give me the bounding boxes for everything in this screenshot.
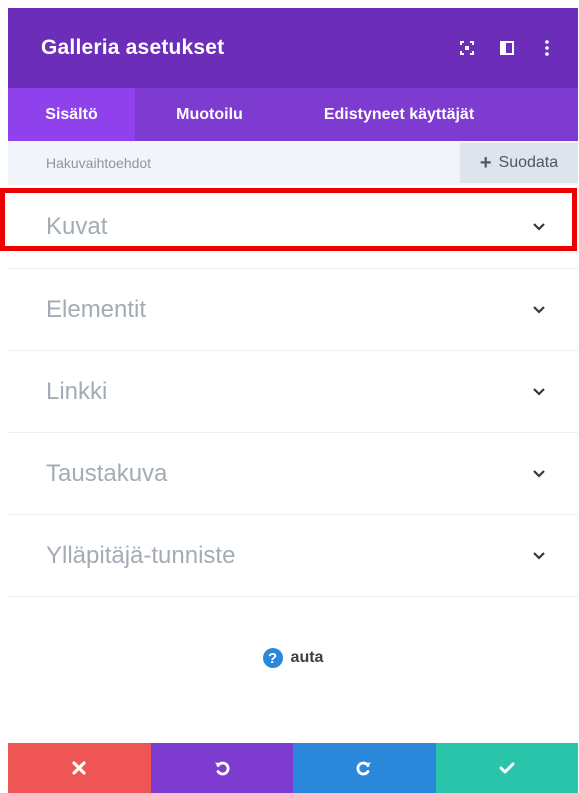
section-background[interactable]: Taustakuva <box>8 433 578 515</box>
tab-content[interactable]: Sisältö <box>8 88 135 141</box>
close-icon <box>72 761 86 775</box>
chevron-down-icon <box>533 306 545 314</box>
question-icon: ? <box>262 648 283 668</box>
section-label: Elementit <box>46 295 147 323</box>
section-label: Ylläpitäjä-tunniste <box>46 541 236 569</box>
section-label: Linkki <box>46 377 108 405</box>
section-images[interactable]: Kuvat <box>8 185 578 269</box>
section-label: Taustakuva <box>46 459 168 487</box>
plus-icon: + <box>479 152 492 174</box>
section-label: Kuvat <box>46 212 108 240</box>
search-options-input[interactable]: Hakuvaihtoehdot <box>8 155 151 171</box>
undo-icon <box>214 761 230 776</box>
filter-button[interactable]: + Suodata <box>460 143 578 183</box>
help-link[interactable]: ? auta <box>8 648 578 668</box>
tab-bar: Sisältö Muotoilu Edistyneet käyttäjät <box>8 88 578 141</box>
header-actions <box>444 31 564 65</box>
redo-icon <box>356 761 372 776</box>
chevron-down-icon <box>533 470 545 478</box>
section-elements[interactable]: Elementit <box>8 269 578 351</box>
more-vertical-icon[interactable] <box>530 31 564 65</box>
tab-design[interactable]: Muotoilu <box>135 88 284 141</box>
section-admin-label[interactable]: Ylläpitäjä-tunniste <box>8 515 578 597</box>
redo-button[interactable] <box>293 743 436 793</box>
expand-icon[interactable] <box>450 31 484 65</box>
check-icon <box>499 762 515 774</box>
chevron-down-icon <box>533 552 545 560</box>
tab-advanced[interactable]: Edistyneet käyttäjät <box>284 88 514 141</box>
chevron-down-icon <box>533 223 545 231</box>
modal-title: Galleria asetukset <box>41 36 225 59</box>
save-button[interactable] <box>435 743 578 793</box>
chevron-down-icon <box>533 388 545 396</box>
filter-button-label: Suodata <box>498 154 559 171</box>
undo-button[interactable] <box>150 743 293 793</box>
search-filter-bar: Hakuvaihtoehdot + Suodata <box>8 141 578 185</box>
settings-panel: Galleria asetukset Sisältö Muotoilu Edis… <box>8 8 578 793</box>
cancel-button[interactable] <box>8 743 151 793</box>
settings-sections: Kuvat Elementit Linkki Taustakuva Ylläpi… <box>8 185 578 597</box>
modal-header: Galleria asetukset <box>8 8 578 88</box>
split-view-icon[interactable] <box>490 31 524 65</box>
action-footer <box>8 743 578 793</box>
help-label: auta <box>290 649 324 666</box>
section-link[interactable]: Linkki <box>8 351 578 433</box>
